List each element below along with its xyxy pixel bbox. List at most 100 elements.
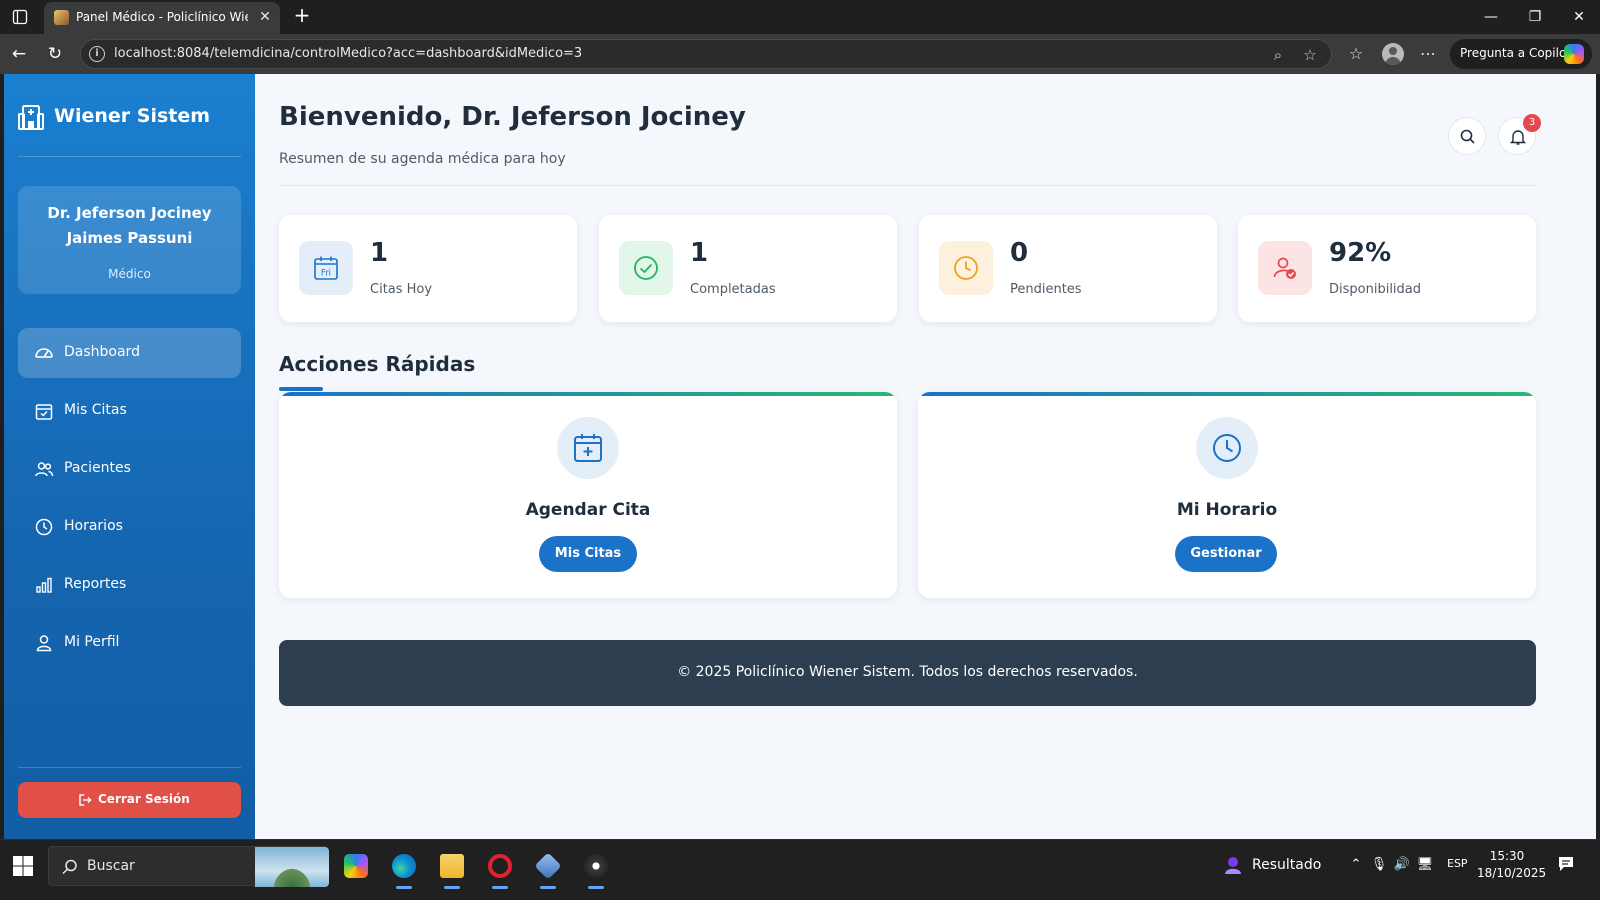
tab-actions-icon[interactable] <box>8 7 32 27</box>
check-circle-icon <box>634 256 658 280</box>
taskbar-search-placeholder: Buscar <box>87 858 135 874</box>
minimize-icon[interactable]: — <box>1476 6 1506 28</box>
browser-tab[interactable]: Panel Médico - Policlínico Wiener ✕ <box>44 2 280 34</box>
sidebar-item-mi-perfil[interactable]: Mi Perfil <box>18 618 241 668</box>
browser-toolbar: ← ↻ i localhost:8084/telemdicina/control… <box>0 34 1600 74</box>
taskbar-widget[interactable]: Resultado <box>1222 852 1332 880</box>
windows-start-icon[interactable] <box>12 855 36 879</box>
widget-icon <box>1225 857 1241 874</box>
user-icon <box>36 635 52 652</box>
network-icon[interactable]: 🖥 <box>1414 854 1436 876</box>
page-title: Bienvenido, Dr. Jeferson Jociney <box>279 102 746 132</box>
browser-tab-bar: Panel Médico - Policlínico Wiener ✕ + — … <box>0 0 1600 34</box>
chevron-up-icon[interactable]: ⌃ <box>1345 854 1367 876</box>
close-window-icon[interactable]: ✕ <box>1564 6 1594 28</box>
close-tab-icon[interactable]: ✕ <box>256 8 274 26</box>
stat-label: Disponibilidad <box>1329 282 1422 297</box>
copilot-app-icon[interactable] <box>338 848 374 884</box>
sidebar-item-dashboard[interactable]: Dashboard <box>18 328 241 378</box>
clock-time: 15:30 <box>1489 849 1525 863</box>
back-icon[interactable]: ← <box>6 42 32 66</box>
section-title: Acciones Rápidas <box>279 352 476 376</box>
favicon-icon <box>54 10 69 25</box>
action-card-agendar-cita: Agendar Cita Mis Citas <box>279 392 897 598</box>
favorites-icon[interactable]: ☆ <box>1344 42 1368 66</box>
clock-icon <box>954 256 978 280</box>
notification-center-icon[interactable] <box>1556 854 1578 876</box>
stat-icon-box: Fri <box>299 241 353 295</box>
stat-value: 92% <box>1329 238 1392 268</box>
stat-card-pendientes: 0 Pendientes <box>919 215 1217 322</box>
sidebar-item-mis-citas[interactable]: Mis Citas <box>18 386 241 436</box>
stat-icon-box <box>1258 241 1312 295</box>
virtualbox-app-icon[interactable] <box>530 848 566 889</box>
sidebar-item-pacientes[interactable]: Pacientes <box>18 444 241 494</box>
page-footer: © 2025 Policlínico Wiener Sistem. Todos … <box>279 640 1536 706</box>
new-tab-icon[interactable]: + <box>290 4 314 28</box>
footer-text: © 2025 Policlínico Wiener Sistem. Todos … <box>677 664 1138 680</box>
action-title: Agendar Cita <box>525 500 651 520</box>
gauge-icon <box>35 348 53 358</box>
action-icon-circle <box>1196 417 1258 479</box>
taskbar-search[interactable]: Buscar <box>48 846 329 887</box>
favorite-star-icon[interactable]: ☆ <box>1299 44 1321 66</box>
page-viewport: Wiener Sistem Dr. Jeferson Jociney Jaime… <box>4 74 1596 856</box>
sidebar-item-label: Dashboard <box>64 344 140 360</box>
bar-chart-icon <box>36 577 52 593</box>
restore-icon[interactable]: ❐ <box>1520 6 1550 28</box>
stat-value: 1 <box>370 238 389 268</box>
stat-label: Completadas <box>690 282 776 297</box>
clock-icon <box>35 518 53 536</box>
logout-button[interactable]: Cerrar Sesión <box>18 782 241 818</box>
clock-icon <box>1213 434 1241 462</box>
notifications-button[interactable]: 3 <box>1498 114 1541 155</box>
sidebar-item-reportes[interactable]: Reportes <box>18 560 241 610</box>
copilot-button[interactable]: Pregunta a Copilot <box>1450 39 1592 69</box>
address-bar[interactable]: i localhost:8084/telemdicina/controlMedi… <box>80 39 1332 69</box>
sidebar-divider <box>18 156 241 157</box>
url-text[interactable]: localhost:8084/telemdicina/controlMedico… <box>114 46 582 61</box>
sidebar-item-label: Reportes <box>64 576 127 592</box>
users-icon <box>35 462 54 477</box>
refresh-icon[interactable]: ↻ <box>42 42 68 66</box>
stat-icon-box <box>619 241 673 295</box>
sidebar-item-label: Pacientes <box>64 460 131 476</box>
brand[interactable]: Wiener Sistem <box>18 102 238 132</box>
sidebar-item-label: Horarios <box>64 518 123 534</box>
calendar-plus-icon <box>574 434 602 462</box>
more-options-icon[interactable]: ⋯ <box>1416 42 1440 66</box>
sidebar-item-label: Mis Citas <box>64 402 127 418</box>
obs-app-icon[interactable] <box>578 848 614 889</box>
header-divider <box>279 185 1536 186</box>
volume-icon[interactable]: 🔊 <box>1391 854 1413 876</box>
file-explorer-app-icon[interactable] <box>434 848 470 889</box>
copilot-label: Pregunta a Copilot <box>1460 46 1571 60</box>
profile-avatar[interactable] <box>1382 43 1404 65</box>
gestionar-button[interactable]: Gestionar <box>1175 536 1277 572</box>
search-highlight-image <box>255 847 329 887</box>
user-name: Dr. Jeferson Jociney Jaimes Passuni <box>47 204 212 247</box>
tab-title: Panel Médico - Policlínico Wiener <box>76 10 248 24</box>
site-info-icon[interactable]: i <box>89 46 105 62</box>
section-underline <box>279 387 323 391</box>
search-icon <box>1460 129 1475 144</box>
action-card-mi-horario: Mi Horario Gestionar <box>918 392 1536 598</box>
stat-label: Citas Hoy <box>370 282 433 297</box>
language-indicator[interactable]: ESP <box>1447 857 1468 870</box>
stat-value: 0 <box>1010 238 1029 268</box>
sidebar-item-horarios[interactable]: Horarios <box>18 502 241 552</box>
zoom-icon[interactable]: ⌕ <box>1267 44 1289 66</box>
search-button[interactable] <box>1448 117 1486 155</box>
user-check-icon <box>1273 257 1296 279</box>
sidebar: Wiener Sistem Dr. Jeferson Jociney Jaime… <box>4 74 255 856</box>
notification-badge: 3 <box>1523 114 1541 132</box>
edge-app-icon[interactable] <box>386 848 422 889</box>
opera-app-icon[interactable] <box>482 848 518 889</box>
clock[interactable]: 15:30 18/10/2025 <box>1477 848 1546 882</box>
page-subtitle: Resumen de su agenda médica para hoy <box>279 151 566 167</box>
card-accent-bar <box>279 392 897 396</box>
stat-icon-box <box>939 241 993 295</box>
sidebar-item-label: Mi Perfil <box>64 634 120 650</box>
microphone-icon[interactable]: 🎙 <box>1368 854 1390 876</box>
mis-citas-button[interactable]: Mis Citas <box>539 536 637 572</box>
